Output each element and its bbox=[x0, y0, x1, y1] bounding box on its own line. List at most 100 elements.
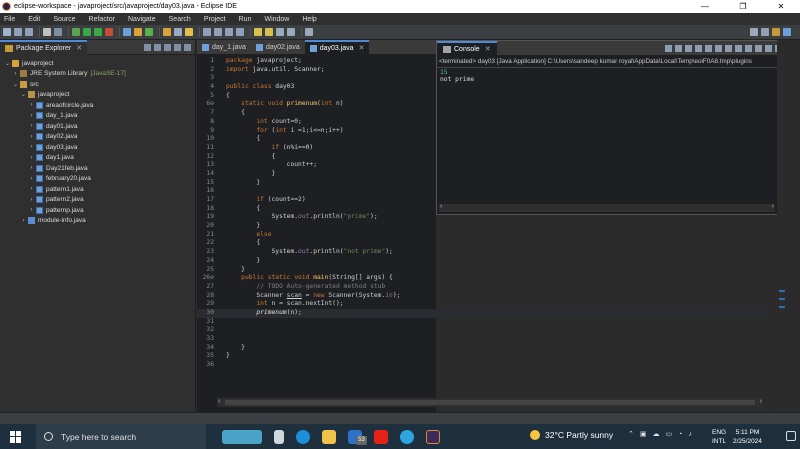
save-icon[interactable] bbox=[14, 28, 22, 36]
clock[interactable]: 5:11 PM 2/25/2024 bbox=[733, 428, 762, 446]
tree-item-file[interactable]: › pattern2.java bbox=[0, 195, 195, 206]
tree-item-file[interactable]: › pattern1.java bbox=[0, 184, 195, 195]
weather-widget[interactable]: 32°C Partly sunny bbox=[530, 430, 613, 440]
open-console-icon[interactable] bbox=[755, 44, 762, 52]
perspective-open-icon[interactable] bbox=[761, 28, 769, 36]
run-icon[interactable] bbox=[83, 28, 91, 36]
open-type-icon[interactable] bbox=[163, 28, 171, 36]
close-icon[interactable]: ✕ bbox=[76, 44, 82, 52]
chevron-right-icon[interactable]: › bbox=[20, 218, 27, 224]
telegram-icon[interactable] bbox=[400, 429, 414, 444]
debug-icon[interactable] bbox=[72, 28, 80, 36]
menu-file[interactable]: File bbox=[4, 16, 15, 23]
close-icon[interactable]: ✕ bbox=[359, 44, 365, 52]
forward-icon[interactable] bbox=[287, 28, 295, 36]
task-view-icon[interactable] bbox=[274, 429, 284, 444]
tab-day03[interactable]: day03.java ✕ bbox=[304, 39, 370, 55]
annotation-icon[interactable] bbox=[185, 28, 193, 36]
tree-item-file[interactable]: › day02.java bbox=[0, 132, 195, 143]
tree-item-file[interactable]: › february20.java bbox=[0, 174, 195, 185]
eclipse-taskbar-icon[interactable] bbox=[426, 429, 440, 444]
whitespace-icon[interactable] bbox=[225, 28, 233, 36]
network-icon[interactable]: ◔ bbox=[678, 431, 682, 438]
scroll-right-icon[interactable]: › bbox=[760, 398, 762, 405]
search-icon[interactable] bbox=[750, 28, 758, 36]
meet-icon[interactable]: ▣ bbox=[640, 430, 647, 438]
mail-icon[interactable]: 53 bbox=[348, 429, 367, 445]
show-on-output-icon[interactable] bbox=[725, 44, 732, 52]
chevron-down-icon[interactable]: ⌄ bbox=[4, 60, 11, 67]
tree-item-src[interactable]: ⌄ src bbox=[0, 79, 195, 90]
block-select-icon[interactable] bbox=[214, 28, 222, 36]
chevron-right-icon[interactable]: › bbox=[12, 71, 19, 77]
chevron-down-icon[interactable]: ⌄ bbox=[12, 81, 19, 88]
youtube-icon[interactable] bbox=[374, 429, 388, 444]
scroll-left-icon[interactable]: ‹ bbox=[440, 203, 442, 210]
next-annotation-icon[interactable] bbox=[254, 28, 262, 36]
chevron-right-icon[interactable]: › bbox=[28, 186, 35, 192]
close-button[interactable]: ✕ bbox=[762, 0, 800, 13]
chevron-right-icon[interactable]: › bbox=[28, 113, 35, 119]
menu-edit[interactable]: Edit bbox=[28, 16, 40, 23]
chevron-right-icon[interactable]: › bbox=[28, 155, 35, 161]
new-class-icon[interactable] bbox=[145, 28, 153, 36]
format-icon[interactable] bbox=[236, 28, 244, 36]
remove-launch-icon[interactable] bbox=[675, 44, 682, 52]
menu-refactor[interactable]: Refactor bbox=[89, 16, 115, 23]
console-horizontal-scrollbar[interactable]: ‹ › bbox=[439, 203, 775, 212]
chevron-right-icon[interactable]: › bbox=[28, 102, 35, 108]
minimize-view-icon[interactable] bbox=[174, 43, 181, 51]
toggle-mark-icon[interactable] bbox=[203, 28, 211, 36]
display-console-icon[interactable] bbox=[745, 44, 752, 52]
tree-item-file[interactable]: › areaofcircle.java bbox=[0, 100, 195, 111]
menu-project[interactable]: Project bbox=[204, 16, 226, 23]
menu-source[interactable]: Source bbox=[53, 16, 75, 23]
pin-editor-icon[interactable] bbox=[305, 28, 313, 36]
chevron-right-icon[interactable]: › bbox=[28, 144, 35, 150]
pin-console-icon[interactable] bbox=[735, 44, 742, 52]
language-indicator[interactable]: ENG INTL bbox=[712, 428, 726, 446]
chevron-down-icon[interactable]: ⌄ bbox=[20, 91, 27, 98]
tree-item-file[interactable]: › day01.java bbox=[0, 121, 195, 132]
tree-item-file[interactable]: › day1.java bbox=[0, 153, 195, 164]
terminal-icon[interactable] bbox=[54, 28, 62, 36]
search-highlight-icon[interactable] bbox=[222, 429, 262, 444]
edge-icon[interactable] bbox=[296, 429, 310, 444]
chevron-right-icon[interactable]: › bbox=[28, 176, 35, 182]
chevron-right-icon[interactable]: › bbox=[28, 134, 35, 140]
notification-icon[interactable] bbox=[786, 431, 796, 441]
menu-help[interactable]: Help bbox=[302, 16, 316, 23]
menu-window[interactable]: Window bbox=[264, 16, 289, 23]
debug-perspective-icon[interactable] bbox=[783, 28, 791, 36]
editor-vertical-scrollbar[interactable] bbox=[768, 215, 776, 410]
coverage-icon[interactable] bbox=[94, 28, 102, 36]
chevron-right-icon[interactable]: › bbox=[28, 165, 35, 171]
overview-marker[interactable] bbox=[779, 306, 785, 308]
tree-item-module-info[interactable]: › module-info.java bbox=[0, 216, 195, 227]
collapse-all-icon[interactable] bbox=[144, 43, 151, 51]
save-all-icon[interactable] bbox=[25, 28, 33, 36]
tree-item-file[interactable]: › day_1.java bbox=[0, 111, 195, 122]
tree-item-file[interactable]: › Day21feb.java bbox=[0, 163, 195, 174]
view-menu-icon[interactable] bbox=[164, 43, 171, 51]
new-icon[interactable] bbox=[3, 28, 11, 36]
tree-item-package[interactable]: ⌄ javaproject bbox=[0, 90, 195, 101]
menu-navigate[interactable]: Navigate bbox=[128, 16, 156, 23]
tree-item-file[interactable]: › patternp.java bbox=[0, 205, 195, 216]
tab-day-1[interactable]: day_1.java bbox=[197, 40, 251, 55]
minimize-view-icon[interactable] bbox=[765, 44, 772, 52]
editor-horizontal-scrollbar[interactable]: ‹ › bbox=[217, 398, 763, 407]
taskbar-search[interactable]: Type here to search bbox=[36, 424, 206, 449]
tree-item-file[interactable]: › day03.java bbox=[0, 142, 195, 153]
console-output[interactable]: 15 not prime bbox=[437, 68, 785, 84]
minimize-button[interactable]: — bbox=[686, 0, 724, 13]
close-icon[interactable]: ✕ bbox=[485, 45, 491, 53]
menu-run[interactable]: Run bbox=[239, 16, 252, 23]
windows-start-icon[interactable] bbox=[10, 430, 22, 443]
link-editor-icon[interactable] bbox=[154, 43, 161, 51]
search-tool-icon[interactable] bbox=[174, 28, 182, 36]
chevron-right-icon[interactable]: › bbox=[28, 207, 35, 213]
tab-day02[interactable]: day02.java bbox=[251, 40, 305, 55]
prev-annotation-icon[interactable] bbox=[265, 28, 273, 36]
external-tools-icon[interactable] bbox=[105, 28, 113, 36]
